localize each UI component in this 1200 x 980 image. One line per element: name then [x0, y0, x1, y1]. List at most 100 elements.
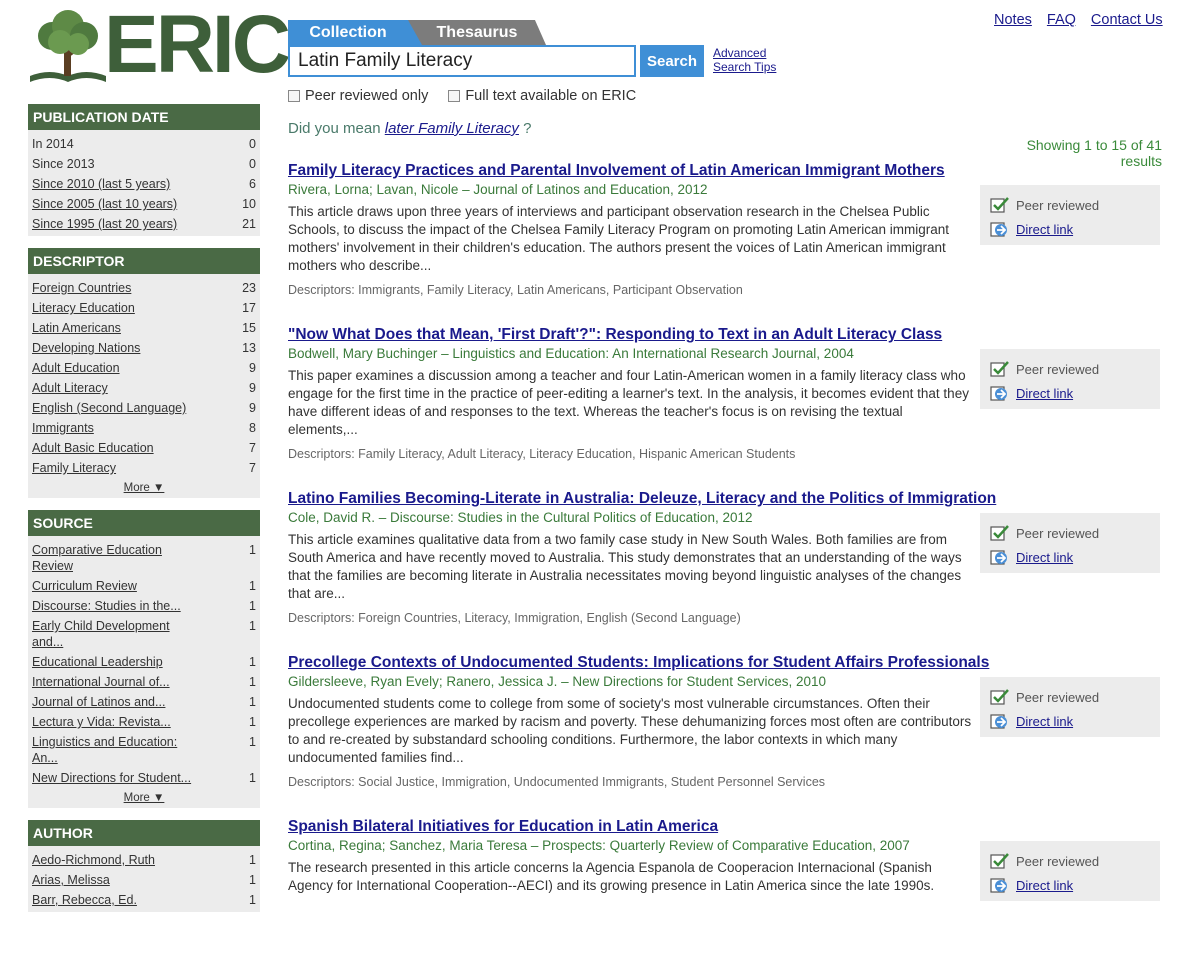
- peer-reviewed-label: Peer reviewed: [1016, 197, 1100, 213]
- facet-item[interactable]: Journal of Latinos and... 1: [32, 692, 258, 712]
- facet-item[interactable]: Latin Americans 15: [32, 318, 258, 338]
- full-text-filter[interactable]: Full text available on ERIC: [448, 88, 636, 104]
- facet-item[interactable]: Literacy Education 17: [32, 298, 258, 318]
- direct-link[interactable]: Direct link: [990, 381, 1150, 405]
- direct-link[interactable]: Direct link: [990, 709, 1150, 733]
- facet-item-label[interactable]: Foreign Countries: [32, 280, 131, 296]
- facet-item[interactable]: Since 2010 (last 5 years) 6: [32, 174, 258, 194]
- source-more-button[interactable]: More ▼: [28, 790, 260, 808]
- facet-item[interactable]: Arias, Melissa 1: [32, 870, 258, 890]
- facet-item[interactable]: New Directions for Student... 1: [32, 768, 258, 788]
- facet-item-label[interactable]: Immigrants: [32, 420, 94, 436]
- search-button[interactable]: Search: [640, 45, 704, 77]
- peer-reviewed-filter[interactable]: Peer reviewed only: [288, 88, 428, 104]
- result-title-link[interactable]: Precollege Contexts of Undocumented Stud…: [288, 652, 1160, 673]
- facet-item[interactable]: Lectura y Vida: Revista... 1: [32, 712, 258, 732]
- facet-item-label[interactable]: Journal of Latinos and...: [32, 694, 165, 710]
- facet-item[interactable]: Educational Leadership 1: [32, 652, 258, 672]
- facet-item[interactable]: Adult Literacy 9: [32, 378, 258, 398]
- facet-item-count: 7: [249, 441, 256, 455]
- facet-item-label[interactable]: Arias, Melissa: [32, 872, 110, 888]
- direct-link[interactable]: Direct link: [990, 217, 1150, 241]
- facet-item[interactable]: Comparative Education Review 1: [32, 540, 258, 576]
- facet-item-label[interactable]: Adult Education: [32, 360, 120, 376]
- facet-item[interactable]: In 2014 0: [32, 134, 258, 154]
- faq-link[interactable]: FAQ: [1047, 12, 1076, 28]
- direct-link-icon[interactable]: [990, 876, 1010, 894]
- facet-item[interactable]: International Journal of... 1: [32, 672, 258, 692]
- facet-item-label[interactable]: Discourse: Studies in the...: [32, 598, 181, 614]
- facet-item[interactable]: Barr, Rebecca, Ed. 1: [32, 890, 258, 910]
- result-title-link[interactable]: Family Literacy Practices and Parental I…: [288, 160, 1160, 181]
- facet-item[interactable]: Adult Education 9: [32, 358, 258, 378]
- peer-reviewed-badge: Peer reviewed: [990, 193, 1150, 217]
- facet-item[interactable]: Since 2013 0: [32, 154, 258, 174]
- facet-item-label[interactable]: Educational Leadership: [32, 654, 163, 670]
- facet-item[interactable]: Discourse: Studies in the... 1: [32, 596, 258, 616]
- peer-reviewed-checkbox[interactable]: [288, 90, 300, 102]
- facet-item[interactable]: Adult Basic Education 7: [32, 438, 258, 458]
- direct-link-icon[interactable]: [990, 712, 1010, 730]
- facet-item-count: 1: [249, 893, 256, 907]
- result-abstract: Undocumented students come to college fr…: [288, 696, 972, 765]
- direct-link[interactable]: Direct link: [990, 545, 1150, 569]
- facet-item[interactable]: Family Literacy 7: [32, 458, 258, 478]
- direct-link-icon[interactable]: [990, 220, 1010, 238]
- notes-link[interactable]: Notes: [994, 12, 1032, 28]
- result-title-link[interactable]: Latino Families Becoming-Literate in Aus…: [288, 488, 1160, 509]
- facet-item-label[interactable]: Since 2005 (last 10 years): [32, 196, 177, 212]
- facet-item[interactable]: Aedo-Richmond, Ruth 1: [32, 850, 258, 870]
- result-title-link[interactable]: "Now What Does that Mean, 'First Draft'?…: [288, 324, 1160, 345]
- direct-link-label[interactable]: Direct link: [1016, 878, 1073, 893]
- facet-item-label[interactable]: Developing Nations: [32, 340, 140, 356]
- facet-item-label[interactable]: New Directions for Student...: [32, 770, 191, 786]
- result-descriptors: Descriptors: Immigrants, Family Literacy…: [288, 283, 743, 297]
- facet-item[interactable]: Developing Nations 13: [32, 338, 258, 358]
- did-you-mean-suggestion[interactable]: later Family Literacy: [385, 120, 519, 137]
- facet-item[interactable]: Since 1995 (last 20 years) 21: [32, 214, 258, 234]
- facet-item[interactable]: English (Second Language) 9: [32, 398, 258, 418]
- direct-link-icon[interactable]: [990, 548, 1010, 566]
- facet-item-label[interactable]: Since 1995 (last 20 years): [32, 216, 177, 232]
- did-you-mean: Did you mean later Family Literacy ?: [288, 120, 531, 137]
- result-title-link[interactable]: Spanish Bilateral Initiatives for Educat…: [288, 816, 1160, 837]
- facet-item-label[interactable]: International Journal of...: [32, 674, 170, 690]
- eric-logo[interactable]: ERIC: [28, 4, 291, 86]
- facet-item[interactable]: Curriculum Review 1: [32, 576, 258, 596]
- tab-collection[interactable]: Collection: [288, 20, 408, 45]
- facet-item-label[interactable]: English (Second Language): [32, 400, 186, 416]
- facet-item-count: 1: [249, 695, 256, 709]
- facet-item-label[interactable]: Since 2010 (last 5 years): [32, 176, 170, 192]
- full-text-checkbox[interactable]: [448, 90, 461, 102]
- facet-item[interactable]: Foreign Countries 23: [32, 278, 258, 298]
- direct-link[interactable]: Direct link: [990, 873, 1150, 897]
- facet-item[interactable]: Early Child Development and... 1: [32, 616, 258, 652]
- direct-link-label[interactable]: Direct link: [1016, 714, 1073, 729]
- facet-item-label[interactable]: Adult Basic Education: [32, 440, 154, 456]
- descriptor-more-button[interactable]: More ▼: [28, 480, 260, 498]
- search-input[interactable]: [288, 45, 636, 77]
- direct-link-label[interactable]: Direct link: [1016, 222, 1073, 237]
- advanced-search-link[interactable]: Advanced: [713, 46, 776, 60]
- facet-item-label[interactable]: Curriculum Review: [32, 578, 137, 594]
- facet-item-label[interactable]: Barr, Rebecca, Ed.: [32, 892, 137, 908]
- facet-item-label[interactable]: Lectura y Vida: Revista...: [32, 714, 171, 730]
- facet-item-label[interactable]: Adult Literacy: [32, 380, 108, 396]
- search-tips-link[interactable]: Search Tips: [713, 60, 776, 74]
- contact-us-link[interactable]: Contact Us: [1091, 12, 1163, 28]
- facet-item[interactable]: Immigrants 8: [32, 418, 258, 438]
- facet-item-label[interactable]: Aedo-Richmond, Ruth: [32, 852, 155, 868]
- direct-link-label[interactable]: Direct link: [1016, 386, 1073, 401]
- facet-item-label[interactable]: Linguistics and Education: An...: [32, 734, 202, 766]
- facet-item-label[interactable]: Comparative Education Review: [32, 542, 202, 574]
- facet-item-label[interactable]: Literacy Education: [32, 300, 135, 316]
- facet-item-label[interactable]: Early Child Development and...: [32, 618, 202, 650]
- direct-link-icon[interactable]: [990, 384, 1010, 402]
- result-descriptors: Descriptors: Family Literacy, Adult Lite…: [288, 447, 796, 461]
- tab-thesaurus[interactable]: Thesaurus: [408, 20, 546, 45]
- facet-item[interactable]: Since 2005 (last 10 years) 10: [32, 194, 258, 214]
- facet-item-label[interactable]: Family Literacy: [32, 460, 116, 476]
- facet-item[interactable]: Linguistics and Education: An... 1: [32, 732, 258, 768]
- facet-item-label[interactable]: Latin Americans: [32, 320, 121, 336]
- direct-link-label[interactable]: Direct link: [1016, 550, 1073, 565]
